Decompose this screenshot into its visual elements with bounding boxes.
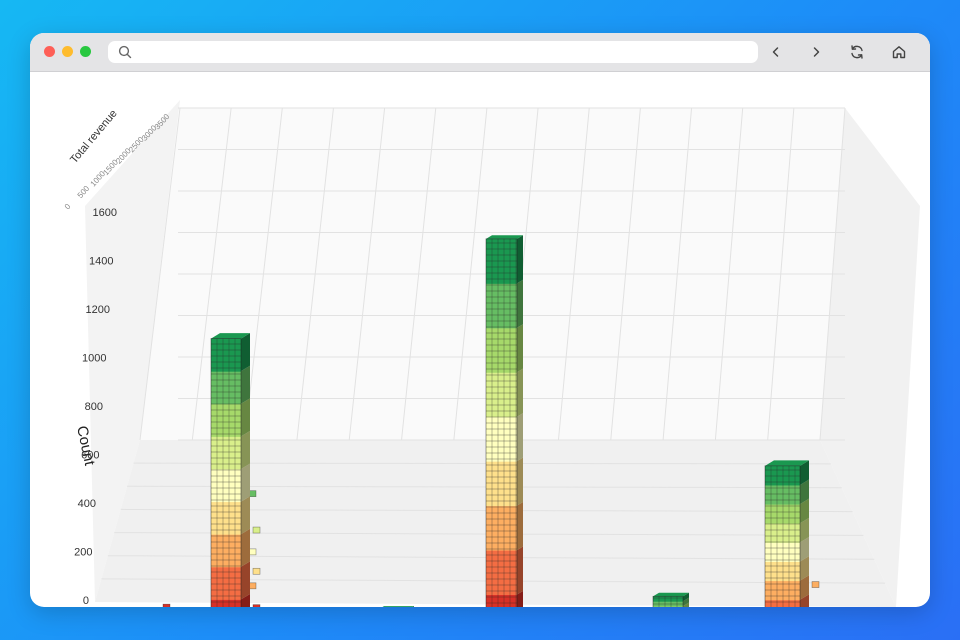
bar-band xyxy=(486,283,517,329)
scatter-cube xyxy=(248,582,257,590)
bar-side xyxy=(241,496,250,535)
y-tick-label: 1600 xyxy=(93,207,117,219)
y-tick-label: 200 xyxy=(74,547,92,559)
forward-icon xyxy=(813,47,820,57)
bar-side xyxy=(517,235,523,284)
z-tick-label: 500 xyxy=(76,184,92,200)
browser-toolbar xyxy=(30,33,930,72)
bar3d-chart: 02004006008001000120014001600 0500100015… xyxy=(63,100,920,607)
bar-band xyxy=(211,534,241,568)
close-window-button[interactable] xyxy=(44,46,55,57)
scatter-cube xyxy=(252,604,261,607)
bar-band xyxy=(486,550,517,596)
bar-side xyxy=(517,546,523,595)
bar-group-9 xyxy=(652,592,689,607)
bar-band xyxy=(486,238,517,284)
forward-button[interactable] xyxy=(805,41,827,63)
y-tick-label: 0 xyxy=(83,595,89,607)
bar-band xyxy=(211,338,241,372)
bar-band xyxy=(486,372,517,418)
reload-button[interactable] xyxy=(846,41,868,63)
bar-top xyxy=(653,592,689,597)
chart-area: 0 200 400 600 800 1000 1200 1400 1600 0 500 1000 15… xyxy=(30,72,930,607)
bar-side xyxy=(517,413,523,462)
reload-icon xyxy=(851,45,863,59)
z-tick-label: 0 xyxy=(63,202,73,212)
bar-band xyxy=(211,403,241,437)
bar-group-11 xyxy=(764,460,809,607)
bar-group-6 xyxy=(485,235,523,607)
bar-side xyxy=(517,457,523,506)
home-icon xyxy=(892,46,906,59)
bar-side xyxy=(241,430,250,469)
bar-side xyxy=(241,398,250,437)
z-axis-title: Total revenue xyxy=(68,108,120,166)
bar-band xyxy=(211,599,241,607)
bar-side xyxy=(241,333,250,372)
bar-group-1 xyxy=(210,333,250,607)
bar-band xyxy=(486,594,517,607)
bar-side xyxy=(517,324,523,373)
maximize-window-button[interactable] xyxy=(80,46,91,57)
y-tick-label: 1200 xyxy=(86,304,110,316)
scatter-cube xyxy=(248,548,257,556)
bar-band xyxy=(211,468,241,503)
y-tick-label: 800 xyxy=(85,401,103,413)
y-tick-label: 400 xyxy=(78,498,96,510)
search-icon xyxy=(118,45,132,64)
y-tick-label: 1000 xyxy=(82,353,106,365)
bar-side xyxy=(517,502,523,551)
scatter-cube xyxy=(252,526,261,534)
y-tick-label: 1400 xyxy=(89,256,113,268)
bar-side xyxy=(517,279,523,328)
bar-side xyxy=(241,561,250,600)
bar-top xyxy=(486,235,523,239)
scatter-cube xyxy=(252,567,261,575)
scatter-cube xyxy=(248,490,257,497)
back-button[interactable] xyxy=(765,41,787,63)
bar-band xyxy=(486,461,517,507)
bar-side xyxy=(517,368,523,417)
minimize-window-button[interactable] xyxy=(62,46,73,57)
bar-band xyxy=(211,371,241,405)
bar-band xyxy=(211,436,241,470)
scatter-cube xyxy=(162,603,171,607)
bar-band xyxy=(486,327,517,373)
address-input[interactable] xyxy=(138,43,742,63)
bar-band xyxy=(486,416,517,462)
bar-side xyxy=(241,528,250,567)
bar-top xyxy=(382,606,414,607)
bar-side xyxy=(241,365,250,404)
browser-window: 0 200 400 600 800 1000 1200 1400 1600 0 500 1000 15… xyxy=(30,33,930,607)
bar-group-4 xyxy=(382,606,414,607)
home-button[interactable] xyxy=(888,41,910,63)
bar-band xyxy=(486,505,517,551)
back-icon xyxy=(772,47,779,57)
address-bar[interactable] xyxy=(108,41,758,63)
bar-side xyxy=(241,463,250,502)
scatter-cube xyxy=(811,581,820,588)
bar-band xyxy=(653,596,683,602)
